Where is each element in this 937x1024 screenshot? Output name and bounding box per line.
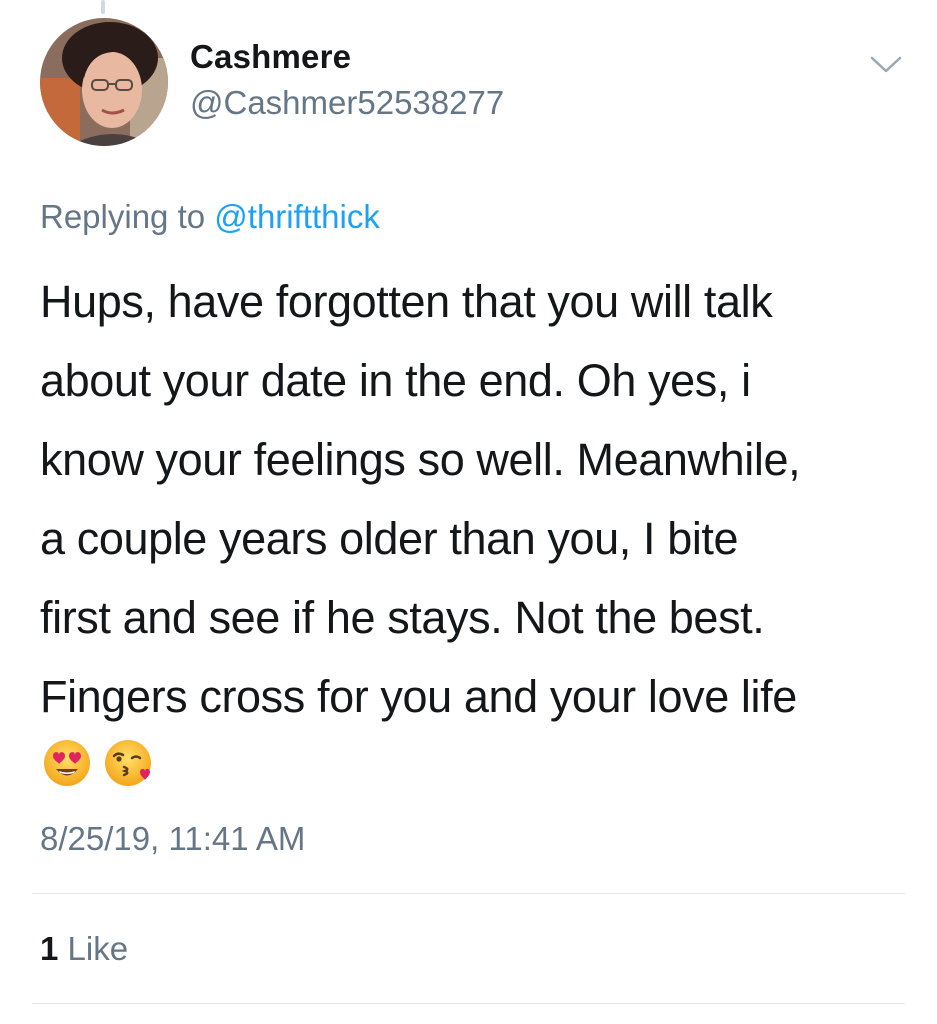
more-options-button[interactable] (868, 52, 904, 76)
likes-label: Like (67, 930, 129, 967)
emoji-row (42, 738, 154, 790)
avatar-photo (40, 18, 168, 146)
likes-count[interactable]: 1 Like (40, 930, 128, 968)
thread-connector-line (101, 0, 105, 14)
kissing-heart-emoji-icon (105, 740, 151, 786)
heart-eyes-emoji-icon (44, 740, 90, 786)
chevron-down-icon (870, 56, 902, 73)
avatar[interactable] (40, 18, 168, 146)
likes-number: 1 (40, 930, 59, 967)
replying-to-line: Replying to @thriftthick (40, 198, 380, 236)
divider (32, 893, 905, 894)
divider (32, 1003, 905, 1004)
tweet-text: Hups, have forgotten that you will talk … (40, 276, 801, 722)
user-handle[interactable]: @Cashmer52538277 (190, 84, 504, 122)
display-name[interactable]: Cashmere (190, 38, 351, 76)
replying-to-label: Replying to (40, 198, 206, 235)
tweet-timestamp[interactable]: 8/25/19, 11:41 AM (40, 820, 305, 858)
reply-mention-link[interactable]: @thriftthick (214, 198, 380, 235)
